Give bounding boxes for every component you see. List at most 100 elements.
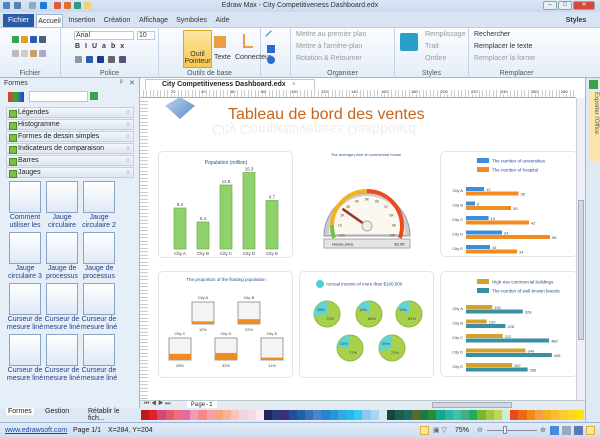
zoom-in-icon[interactable]: ⊕	[540, 423, 546, 438]
open-icon[interactable]	[21, 36, 28, 43]
palette-swatch[interactable]	[534, 410, 543, 420]
font-color-icon[interactable]	[96, 56, 104, 63]
palette-swatch[interactable]	[247, 410, 256, 420]
export-icon[interactable]	[589, 80, 598, 89]
shape-thumbnail[interactable]	[83, 283, 115, 315]
palette-swatch[interactable]	[428, 410, 437, 420]
pin-icon[interactable]: ᵖ	[120, 79, 123, 86]
palette-swatch[interactable]	[510, 410, 519, 420]
palette-swatch[interactable]	[141, 410, 150, 420]
view-icons[interactable]: ▣ ▽	[433, 423, 447, 438]
undo-icon[interactable]	[14, 2, 21, 9]
shape-thumbnail[interactable]	[83, 232, 115, 264]
palette-swatch[interactable]	[542, 410, 552, 420]
library-icon[interactable]	[8, 92, 24, 102]
shape-thumbnail[interactable]	[83, 181, 115, 213]
palette-swatch[interactable]	[419, 410, 429, 420]
palette-swatch[interactable]	[280, 410, 289, 420]
vertical-scrollbar[interactable]	[576, 98, 585, 400]
replace-shape-button[interactable]: Remplacer la forme	[474, 55, 535, 62]
palette-swatch[interactable]	[444, 410, 453, 420]
line-icon[interactable]	[265, 30, 277, 42]
shape-thumbnail[interactable]	[9, 232, 41, 264]
shape-thumbnail[interactable]	[46, 283, 78, 315]
category-3[interactable]: Indicateurs de comparaison x	[6, 143, 134, 154]
shape-thumbnail[interactable]	[46, 334, 78, 366]
page-nav-icons[interactable]: ⏮ ◀ ▶ ⏭	[144, 401, 171, 408]
shape-thumbnail[interactable]	[46, 181, 78, 213]
presentation-icon[interactable]	[586, 426, 595, 435]
replace-text-button[interactable]: Remplacer le texte	[474, 43, 532, 50]
palette-swatch[interactable]	[436, 410, 445, 420]
palette-swatch[interactable]	[223, 410, 232, 420]
text-tool-button[interactable]: Texte	[214, 54, 231, 61]
tab-aide[interactable]: Aide	[210, 14, 235, 27]
palette-swatch[interactable]	[387, 410, 396, 420]
redo-icon[interactable]	[29, 2, 36, 9]
zoom-slider[interactable]	[487, 426, 537, 434]
palette-swatch[interactable]	[337, 410, 347, 420]
category-close-icon[interactable]: x	[127, 168, 131, 178]
rotate-button[interactable]: Rotation & Retourner	[296, 55, 362, 62]
palette-swatch[interactable]	[395, 410, 404, 420]
palette-swatch[interactable]	[198, 410, 207, 420]
palette-swatch[interactable]	[460, 410, 470, 420]
tab-insertion[interactable]: Insertion	[66, 14, 98, 27]
palette-swatch[interactable]	[575, 410, 584, 420]
palette-swatch[interactable]	[182, 410, 191, 420]
palette-swatch[interactable]	[206, 410, 215, 420]
shadow-button[interactable]: Ombre	[425, 55, 446, 62]
category-5[interactable]: Jauges x	[6, 167, 134, 178]
ellipse-icon[interactable]	[267, 56, 275, 64]
print-icon[interactable]	[39, 36, 46, 43]
palette-swatch[interactable]	[378, 410, 388, 420]
font-name-select[interactable]: Arial	[74, 31, 134, 40]
palette-swatch[interactable]	[272, 410, 281, 420]
palette-swatch[interactable]	[403, 410, 412, 420]
shape-thumbnail[interactable]	[9, 334, 41, 366]
paragraph-icon[interactable]	[107, 56, 115, 63]
new-icon[interactable]	[12, 36, 19, 43]
search-go-icon[interactable]	[90, 92, 98, 100]
styles-gallery-icon[interactable]	[400, 33, 418, 51]
palette-swatch[interactable]	[518, 410, 527, 420]
tab-affichage[interactable]: Affichage	[136, 14, 171, 27]
palette-swatch[interactable]	[288, 410, 297, 420]
tab-formes[interactable]: Formes	[6, 408, 34, 415]
hscroll-thumb[interactable]	[432, 402, 512, 408]
tab-creation[interactable]: Création	[101, 14, 133, 27]
maximize-button[interactable]: □	[558, 1, 572, 10]
pointer-tool-button[interactable]: Outil Pointeur	[183, 30, 212, 68]
zoom-tool-icon[interactable]	[562, 426, 571, 435]
close-button[interactable]: ✕	[573, 1, 595, 10]
find-button[interactable]: Rechercher	[474, 31, 510, 38]
palette-swatch[interactable]	[329, 410, 338, 420]
category-close-icon[interactable]: x	[127, 120, 131, 130]
cut-icon[interactable]	[12, 50, 19, 57]
format-painter-icon[interactable]	[39, 50, 46, 57]
website-link[interactable]: www.edrawsoft.com	[5, 423, 67, 438]
bring-front-button[interactable]: Mettre au premier plan	[296, 31, 366, 38]
save-icon[interactable]	[30, 36, 37, 43]
palette-swatch[interactable]	[493, 410, 502, 420]
palette-swatch[interactable]	[411, 410, 420, 420]
panel-close-icon[interactable]: ✕	[129, 79, 135, 87]
format-buttons[interactable]: BIUabx	[75, 43, 129, 50]
category-close-icon[interactable]: x	[127, 132, 131, 142]
palette-swatch[interactable]	[362, 410, 371, 420]
styles-button[interactable]: Styles	[556, 14, 596, 27]
pdf-icon[interactable]	[54, 2, 61, 9]
zoom-out-icon[interactable]: ⊖	[477, 423, 483, 438]
tab-retablir[interactable]: Rétablir le fich...	[88, 408, 138, 422]
search-input[interactable]	[29, 91, 88, 102]
align-icon[interactable]	[75, 56, 82, 63]
category-0[interactable]: Légendes x	[6, 107, 134, 118]
ppt-icon[interactable]	[64, 2, 71, 9]
tab-close-icon[interactable]: ×	[292, 81, 296, 88]
move-icon[interactable]	[40, 2, 47, 9]
tab-fichier[interactable]: Fichier	[3, 14, 34, 27]
tab-accueil[interactable]: Accueil	[36, 14, 63, 27]
export-office-tab[interactable]: Exporter l'Office	[589, 92, 599, 162]
palette-swatch[interactable]	[214, 410, 224, 420]
palette-swatch[interactable]	[239, 410, 248, 420]
